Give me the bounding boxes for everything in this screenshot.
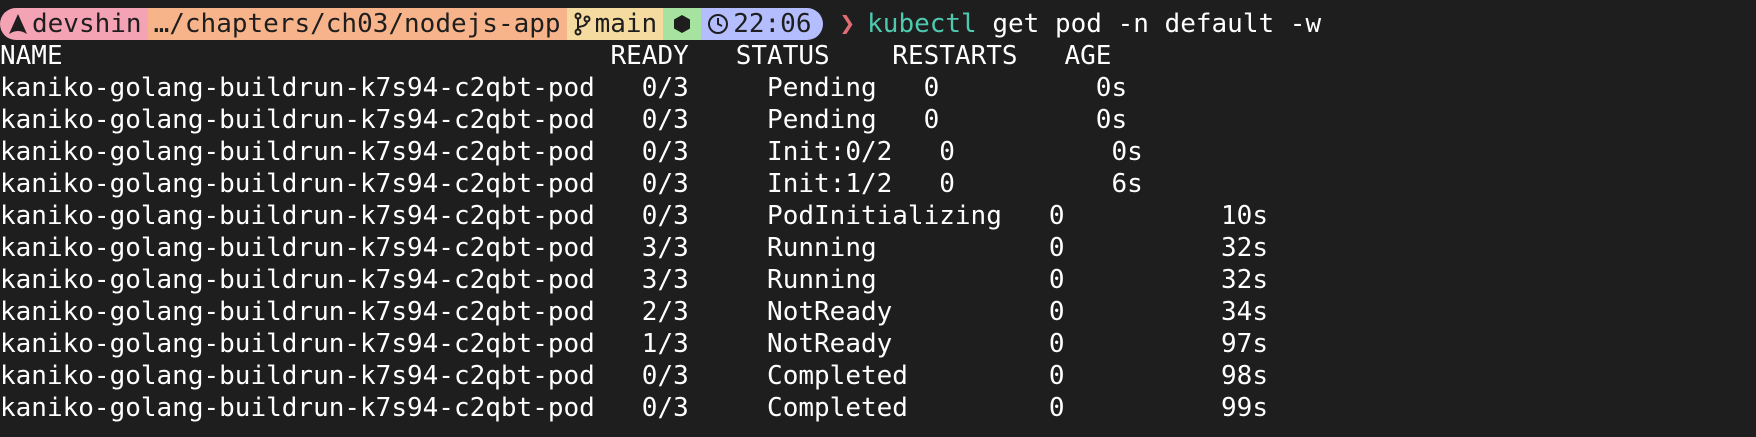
pod-ready: 0/3	[641, 137, 689, 167]
pod-name: kaniko-golang-buildrun-k7s94-c2qbt-pod	[0, 265, 595, 295]
pod-restarts: 0	[1048, 201, 1065, 231]
pod-restarts: 0	[939, 169, 955, 199]
header-status: STATUS	[735, 41, 830, 71]
pod-list: kaniko-golang-buildrun-k7s94-c2qbt-pod 0…	[0, 72, 1756, 424]
pod-restarts: 0	[939, 137, 955, 167]
pod-restarts: 0	[923, 105, 940, 135]
header-name: NAME	[0, 41, 63, 71]
table-row: kaniko-golang-buildrun-k7s94-c2qbt-pod 0…	[0, 392, 1756, 424]
pod-ready: 0/3	[641, 361, 689, 391]
pod-age: 6s	[1111, 169, 1143, 199]
pod-age: 34s	[1221, 297, 1268, 327]
arch-logo-icon	[9, 14, 27, 34]
pod-restarts: 0	[1048, 265, 1065, 295]
pod-status: Pending	[767, 105, 877, 135]
pod-status: NotReady	[767, 297, 893, 327]
pod-name: kaniko-golang-buildrun-k7s94-c2qbt-pod	[0, 73, 595, 103]
terminal-window[interactable]: devshin …/chapters/ch03/nodejs-app main …	[0, 0, 1756, 437]
pod-name: kaniko-golang-buildrun-k7s94-c2qbt-pod	[0, 329, 595, 359]
pod-age: 10s	[1221, 201, 1268, 231]
prompt-user: devshin	[32, 9, 142, 39]
pod-restarts: 0	[1048, 233, 1065, 263]
prompt-node-segment	[663, 8, 702, 40]
shell-prompt: devshin …/chapters/ch03/nodejs-app main …	[0, 8, 1756, 40]
pod-status: Running	[767, 233, 877, 263]
pod-restarts: 0	[923, 73, 940, 103]
pod-name: kaniko-golang-buildrun-k7s94-c2qbt-pod	[0, 297, 595, 327]
pod-status: Init:1/2	[767, 169, 893, 199]
pod-restarts: 0	[1048, 297, 1065, 327]
table-row: kaniko-golang-buildrun-k7s94-c2qbt-pod 0…	[0, 168, 1756, 200]
pod-age: 0s	[1111, 137, 1143, 167]
table-row: kaniko-golang-buildrun-k7s94-c2qbt-pod 3…	[0, 264, 1756, 296]
header-ready: READY	[610, 41, 689, 71]
command-name: kubectl	[867, 9, 977, 39]
header-restarts: RESTARTS	[892, 41, 1018, 71]
pod-status: Running	[767, 265, 877, 295]
pod-ready: 2/3	[641, 297, 689, 327]
pod-name: kaniko-golang-buildrun-k7s94-c2qbt-pod	[0, 105, 595, 135]
pod-ready: 0/3	[641, 393, 689, 423]
pod-status: Completed	[767, 361, 908, 391]
prompt-user-segment: devshin	[0, 8, 148, 40]
prompt-branch: main	[594, 9, 658, 39]
prompt-branch-segment: main	[566, 8, 664, 40]
command-args: get pod -n default -w	[976, 9, 1322, 39]
pod-age: 32s	[1221, 265, 1268, 295]
pod-ready: 0/3	[641, 105, 689, 135]
pod-restarts: 0	[1048, 361, 1065, 391]
pod-name: kaniko-golang-buildrun-k7s94-c2qbt-pod	[0, 137, 595, 167]
table-row: kaniko-golang-buildrun-k7s94-c2qbt-pod 1…	[0, 328, 1756, 360]
prompt-time: 22:06	[733, 9, 812, 39]
pod-status: Pending	[767, 73, 877, 103]
table-row: kaniko-golang-buildrun-k7s94-c2qbt-pod 2…	[0, 296, 1756, 328]
table-row: kaniko-golang-buildrun-k7s94-c2qbt-pod 0…	[0, 136, 1756, 168]
pod-status: Init:0/2	[767, 137, 893, 167]
pod-age: 0s	[1095, 105, 1128, 135]
pod-status: PodInitializing	[767, 201, 1002, 231]
pod-name: kaniko-golang-buildrun-k7s94-c2qbt-pod	[0, 233, 595, 263]
pod-ready: 3/3	[641, 265, 689, 295]
pod-ready: 1/3	[641, 329, 689, 359]
prompt-time-segment: 22:06	[701, 8, 824, 40]
pod-status: Completed	[767, 393, 908, 423]
pod-ready: 0/3	[641, 201, 689, 231]
table-row: kaniko-golang-buildrun-k7s94-c2qbt-pod 3…	[0, 232, 1756, 264]
pod-age: 97s	[1221, 329, 1268, 359]
git-branch-icon	[574, 12, 591, 36]
pod-age: 32s	[1221, 233, 1268, 263]
pod-age: 98s	[1221, 361, 1268, 391]
pod-age: 99s	[1221, 393, 1268, 423]
nodejs-hexagon-icon	[674, 15, 691, 33]
table-row: kaniko-golang-buildrun-k7s94-c2qbt-pod 0…	[0, 72, 1756, 104]
pod-name: kaniko-golang-buildrun-k7s94-c2qbt-pod	[0, 201, 595, 231]
pod-name: kaniko-golang-buildrun-k7s94-c2qbt-pod	[0, 169, 595, 199]
prompt-path: …/chapters/ch03/nodejs-app	[153, 9, 561, 39]
pod-status: NotReady	[767, 329, 893, 359]
pod-restarts: 0	[1048, 329, 1065, 359]
pod-restarts: 0	[1048, 393, 1065, 423]
pod-ready: 0/3	[641, 169, 689, 199]
table-row: kaniko-golang-buildrun-k7s94-c2qbt-pod 0…	[0, 200, 1756, 232]
table-row: kaniko-golang-buildrun-k7s94-c2qbt-pod 0…	[0, 360, 1756, 392]
pod-age: 0s	[1095, 73, 1128, 103]
pod-ready: 3/3	[641, 233, 689, 263]
prompt-path-segment: …/chapters/ch03/nodejs-app	[147, 8, 567, 40]
prompt-chevron: ❯	[839, 9, 856, 39]
pod-name: kaniko-golang-buildrun-k7s94-c2qbt-pod	[0, 393, 595, 423]
table-row: kaniko-golang-buildrun-k7s94-c2qbt-pod 0…	[0, 104, 1756, 136]
header-age: AGE	[1064, 41, 1112, 71]
pod-ready: 0/3	[641, 73, 689, 103]
table-header: NAME READY STATUS RESTARTS AGE	[0, 40, 1756, 72]
clock-icon	[708, 14, 729, 34]
pod-name: kaniko-golang-buildrun-k7s94-c2qbt-pod	[0, 361, 595, 391]
